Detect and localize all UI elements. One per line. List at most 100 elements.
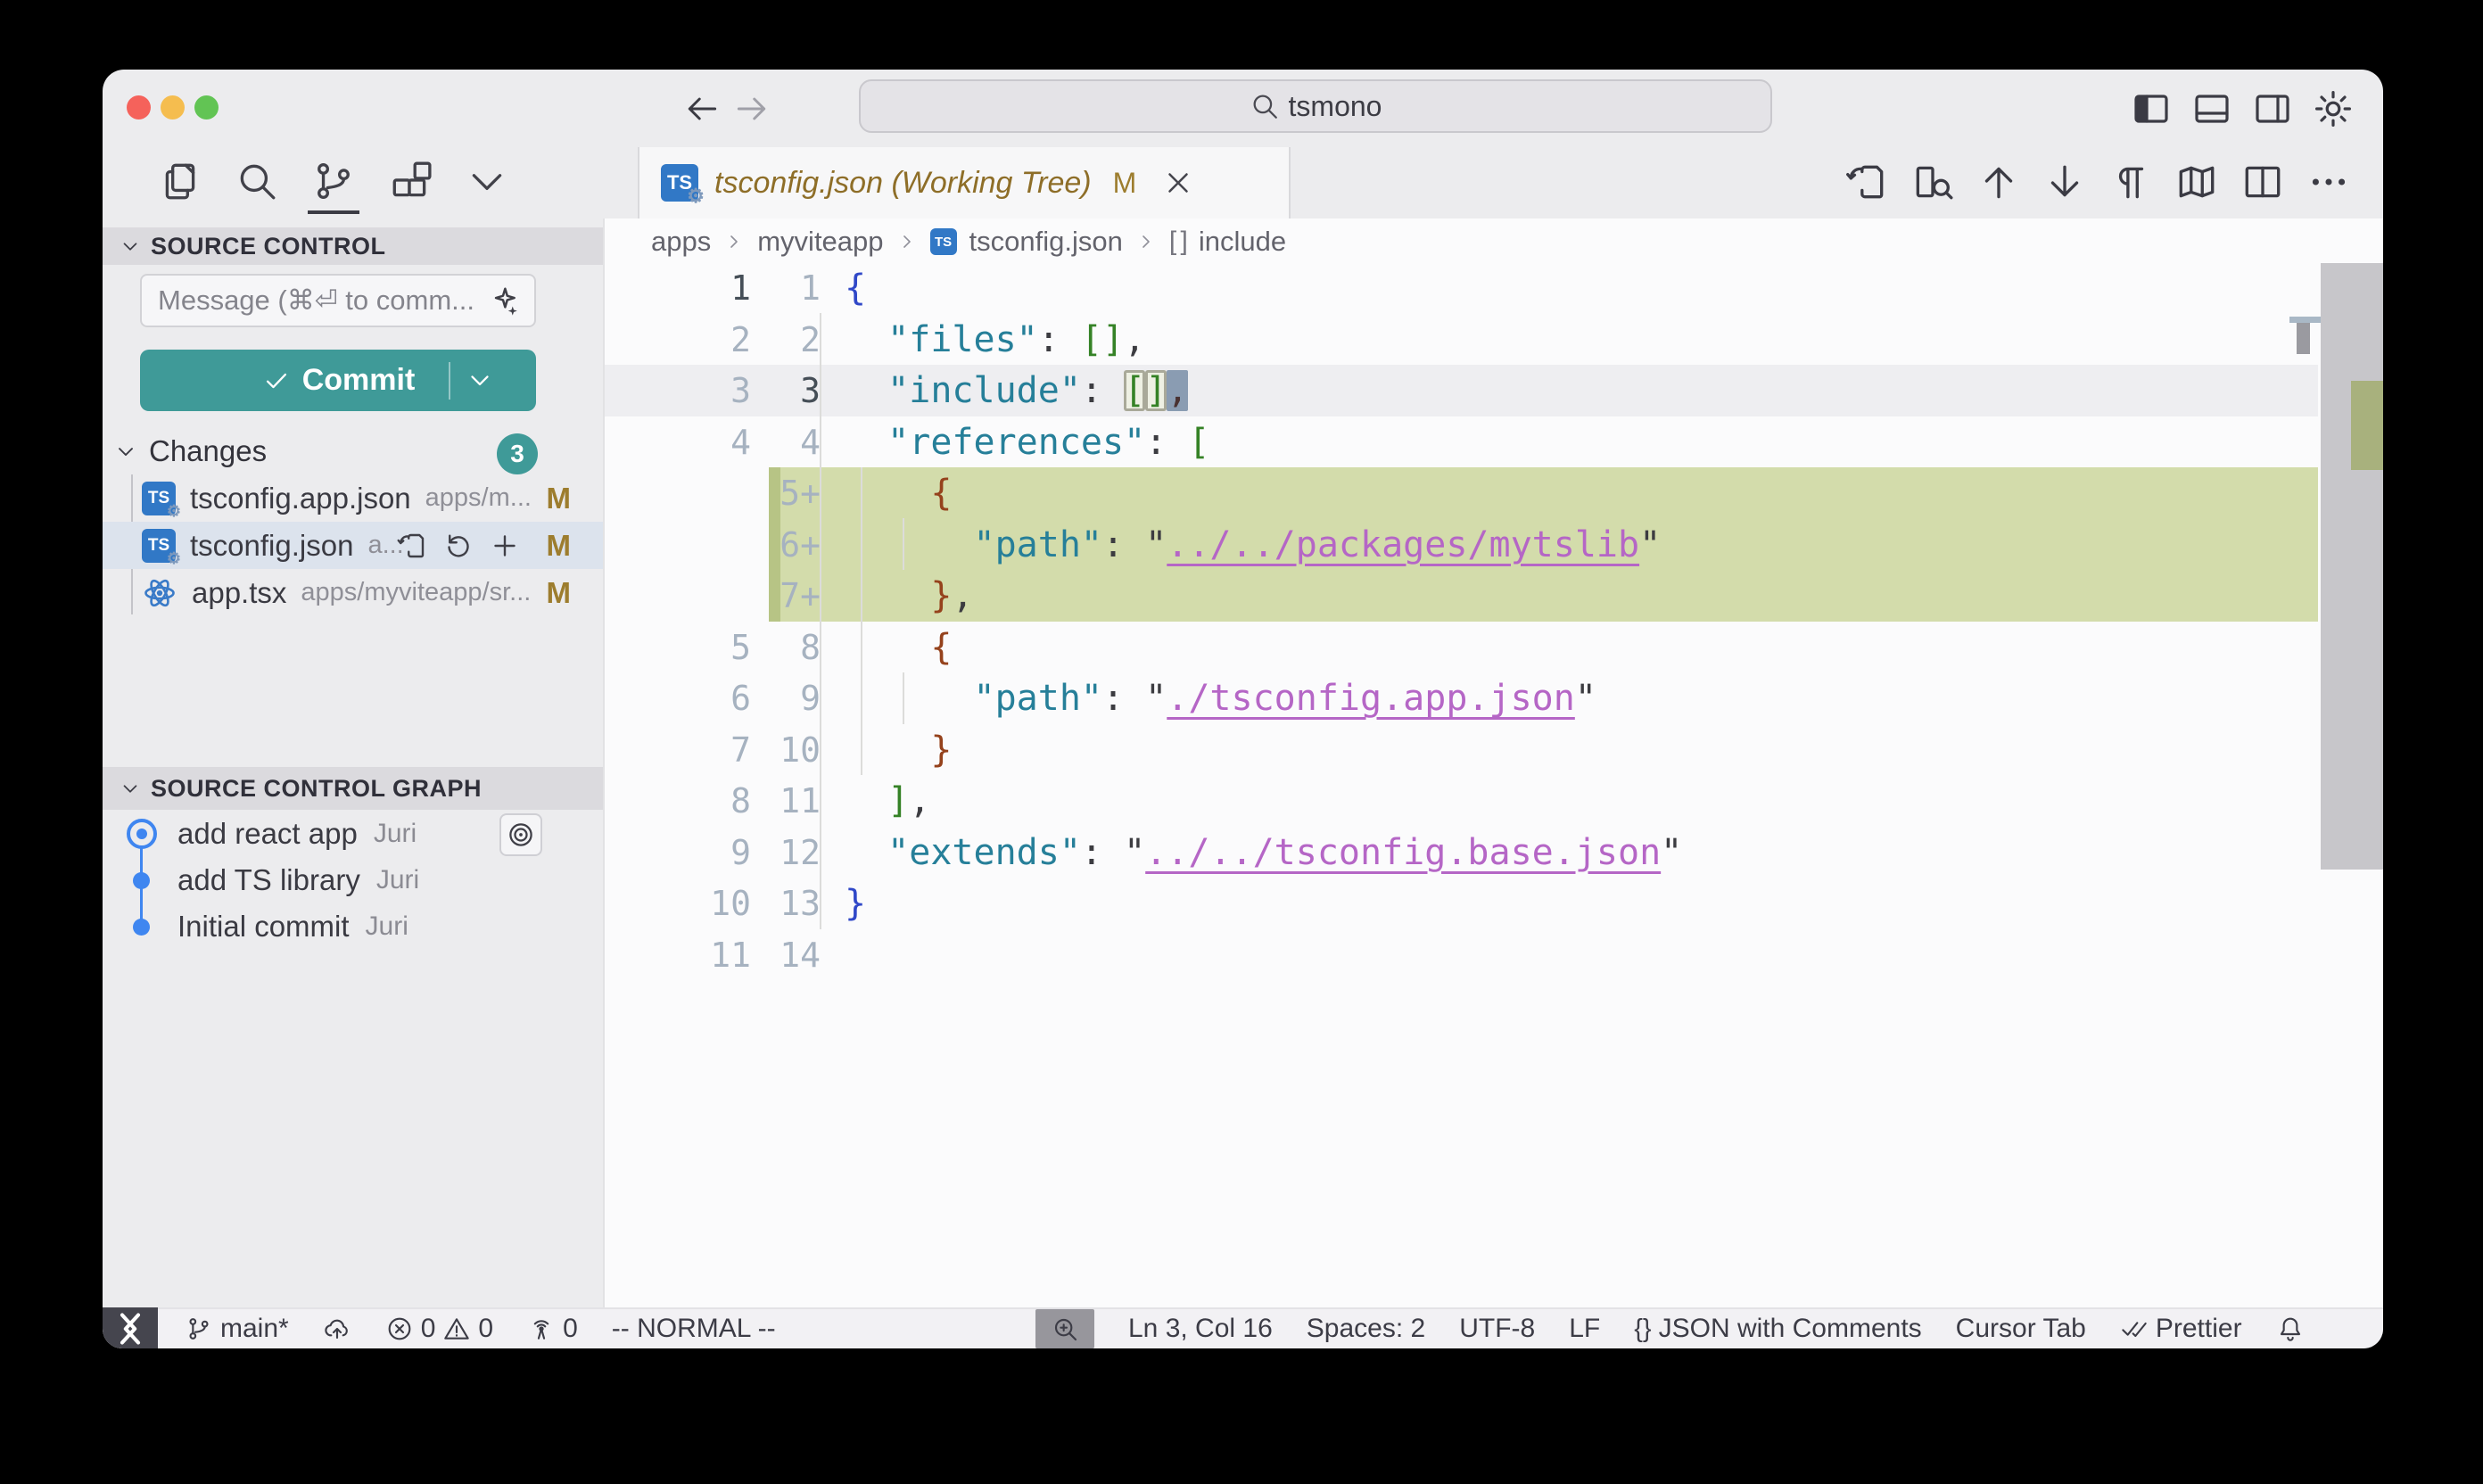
cursor-position[interactable]: Ln 3, Col 16	[1128, 1314, 1273, 1344]
commit-dropdown-chevron-icon[interactable]	[465, 365, 495, 395]
modified-line-number: 3	[756, 365, 821, 416]
formatter[interactable]: Prettier	[2120, 1314, 2242, 1344]
path-link[interactable]: ../../packages/mytslib	[1167, 524, 1639, 565]
code-line[interactable]: 11{	[605, 262, 2383, 314]
code-line[interactable]: 33 "include": [],	[605, 365, 2383, 416]
chevron-down-icon	[113, 439, 138, 464]
code-line[interactable]: 69 "path": "./tsconfig.app.json"	[605, 672, 2383, 724]
inline-view-icon[interactable]	[1910, 160, 1955, 204]
code-text: {	[845, 622, 952, 673]
breadcrumb-item[interactable]: apps	[651, 226, 711, 258]
code-line[interactable]: 7+ },	[605, 570, 2383, 622]
activity-item-source-control[interactable]	[311, 159, 356, 203]
code-line[interactable]: 22 "files": [],	[605, 314, 2383, 366]
changed-file-row[interactable]: app.tsxapps/myviteapp/sr...M	[103, 569, 603, 616]
open-file-icon[interactable]	[396, 530, 428, 562]
scrollbar-slider[interactable]	[2321, 263, 2383, 870]
commit-author: Juri	[376, 865, 419, 895]
source-control-header[interactable]: SOURCE CONTROL	[103, 227, 603, 265]
commit-split-divider	[449, 362, 450, 400]
top-strip: TS⚙ tsconfig.json (Working Tree) M	[103, 147, 2383, 218]
file-path: apps/m...	[425, 483, 532, 513]
vscode-window: tsmono TS⚙ tsconfig.json (Working Tree) …	[103, 70, 2383, 1348]
commit-dot	[133, 872, 150, 889]
language-mode[interactable]: {}JSON with Comments	[1634, 1314, 1921, 1344]
code-line[interactable]: 1013}	[605, 878, 2383, 929]
diff-editor[interactable]: appsmyviteappTStsconfig.json[ ]include 1…	[603, 218, 2383, 1307]
ports-item[interactable]: 0	[527, 1314, 578, 1344]
open-file-icon[interactable]	[1844, 160, 1889, 204]
ellipsis-icon[interactable]	[2306, 160, 2351, 204]
code-line[interactable]: 5+ {	[605, 467, 2383, 519]
encoding-label: UTF-8	[1459, 1314, 1535, 1344]
changed-file-row[interactable]: TS⚙tsconfig.jsona...M	[103, 522, 603, 569]
plus-icon[interactable]	[489, 530, 521, 562]
traffic-light-minimize[interactable]	[161, 95, 185, 120]
braces-icon: {}	[1634, 1315, 1651, 1344]
activity-item-search[interactable]	[235, 159, 279, 203]
publish-item[interactable]	[323, 1315, 351, 1343]
modified-line-number: 7+	[756, 570, 821, 622]
code-line[interactable]: 44 "references": [	[605, 416, 2383, 468]
code-line[interactable]: 6+ "path": "../../packages/mytslib"	[605, 519, 2383, 571]
encoding[interactable]: UTF-8	[1459, 1314, 1535, 1344]
indentation[interactable]: Spaces: 2	[1307, 1314, 1425, 1344]
file-row-actions	[396, 530, 521, 562]
code-line[interactable]: 811 ],	[605, 775, 2383, 827]
modified-line-number: 13	[756, 878, 821, 929]
commit-row[interactable]: add TS libraryJuri	[103, 857, 603, 903]
error-icon	[385, 1315, 414, 1343]
map-icon[interactable]	[2174, 160, 2219, 204]
arrow-up-icon[interactable]	[1976, 160, 2021, 204]
vim-mode-item[interactable]: -- NORMAL --	[612, 1314, 776, 1344]
commit-message-input[interactable]	[140, 274, 536, 327]
git-branch-item[interactable]: main*	[185, 1314, 289, 1344]
activity-item-explorer[interactable]	[158, 159, 202, 203]
modified-line-number: 11	[756, 775, 821, 827]
changes-section-header[interactable]: Changes	[113, 430, 267, 473]
traffic-light-maximize[interactable]	[194, 95, 219, 120]
back-arrow-icon[interactable]	[682, 89, 722, 128]
code-line[interactable]: 58 {	[605, 622, 2383, 673]
tab-tsconfig-working-tree[interactable]: TS⚙ tsconfig.json (Working Tree) M	[638, 147, 1291, 218]
code-line[interactable]: 912 "extends": "../../tsconfig.base.json…	[605, 827, 2383, 878]
split-editor-icon[interactable]	[2240, 160, 2285, 204]
file-name: tsconfig.app.json	[190, 482, 411, 515]
notifications[interactable]	[2276, 1315, 2305, 1343]
breadcrumb-item[interactable]: myviteapp	[757, 226, 883, 258]
commit-row[interactable]: Initial commitJuri	[103, 903, 603, 950]
gear-icon[interactable]	[2312, 87, 2355, 130]
code-line[interactable]: 1114	[605, 929, 2383, 981]
changed-file-row[interactable]: TS⚙tsconfig.app.jsonapps/m...M	[103, 474, 603, 522]
discard-icon[interactable]	[442, 530, 474, 562]
activity-item-extensions[interactable]	[388, 159, 433, 203]
goto-head-button[interactable]	[499, 813, 542, 856]
breadcrumb-item[interactable]: tsconfig.json	[969, 226, 1123, 258]
pilcrow-icon[interactable]	[2108, 160, 2153, 204]
remote-indicator[interactable]	[103, 1307, 158, 1348]
panel-left-icon[interactable]	[2130, 87, 2173, 130]
command-center-search[interactable]: tsmono	[859, 79, 1772, 133]
problems-item[interactable]: 00	[385, 1314, 493, 1344]
breadcrumb-item[interactable]: include	[1199, 226, 1286, 258]
git-branch-item-label: main*	[220, 1314, 289, 1344]
eol[interactable]: LF	[1569, 1314, 1600, 1344]
path-link[interactable]: ../../tsconfig.base.json	[1145, 832, 1661, 873]
panel-right-icon[interactable]	[2251, 87, 2294, 130]
sidebar-source-control: SOURCE CONTROL Commit Changes 3 TS⚙tscon…	[103, 218, 603, 1307]
path-link[interactable]: ./tsconfig.app.json	[1167, 678, 1575, 719]
traffic-light-close[interactable]	[127, 95, 151, 120]
code-line[interactable]: 710 }	[605, 724, 2383, 776]
arrow-down-icon[interactable]	[2042, 160, 2087, 204]
panel-bottom-icon[interactable]	[2190, 87, 2233, 130]
forward-arrow-icon[interactable]	[732, 89, 771, 128]
zoom-indicator[interactable]	[1035, 1309, 1094, 1348]
source-control-graph-header[interactable]: SOURCE CONTROL GRAPH	[103, 767, 603, 810]
cursor-tab[interactable]: Cursor Tab	[1956, 1314, 2086, 1344]
array-symbol-icon: [ ]	[1169, 227, 1186, 257]
close-icon[interactable]	[1161, 166, 1195, 200]
search-value: tsmono	[1289, 90, 1382, 123]
sparkle-ai-icon[interactable]	[486, 284, 520, 318]
original-line-number: 2	[605, 314, 751, 366]
activity-item-more-views[interactable]	[465, 159, 509, 203]
